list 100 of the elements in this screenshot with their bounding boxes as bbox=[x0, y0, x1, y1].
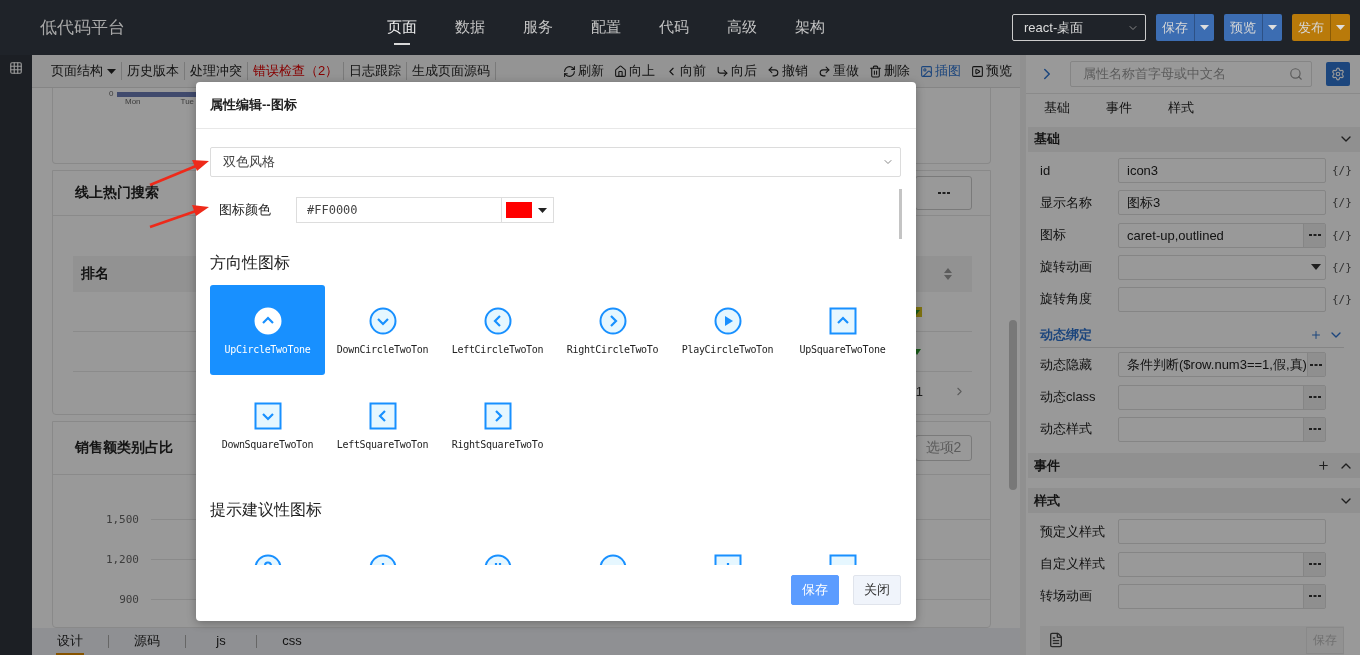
page-number[interactable]: 1 bbox=[915, 384, 923, 399]
trash-icon bbox=[869, 64, 882, 78]
toolbar-button[interactable]: 向后 bbox=[716, 62, 757, 80]
project-select[interactable]: react-桌面 bbox=[1012, 14, 1146, 41]
text-field[interactable] bbox=[1118, 551, 1326, 577]
toolbar-link[interactable]: 页面结构 bbox=[46, 62, 122, 80]
text-field[interactable] bbox=[1118, 583, 1326, 609]
toolbar-button[interactable]: 向前 bbox=[665, 62, 706, 80]
icon-option[interactable]: DownCircleTwoTon bbox=[325, 285, 440, 375]
field-label: 动态样式 bbox=[1040, 420, 1093, 439]
settings-button[interactable] bbox=[1326, 61, 1350, 86]
nav-tab[interactable]: 数据 bbox=[436, 10, 504, 45]
field-label: 预定义样式 bbox=[1040, 522, 1106, 541]
binding-button[interactable]: {/} bbox=[1332, 164, 1352, 178]
icon-option[interactable]: PlayCircleTwoTon bbox=[670, 285, 785, 375]
scrollbar[interactable] bbox=[899, 189, 902, 239]
plus-icon[interactable] bbox=[1317, 459, 1330, 473]
text-field[interactable] bbox=[1118, 384, 1326, 410]
editor-tab[interactable]: js bbox=[210, 630, 232, 653]
caret-down-icon bbox=[538, 207, 547, 213]
arrow-icon bbox=[716, 64, 729, 78]
text-field[interactable]: caret-up,outlined bbox=[1118, 222, 1326, 248]
binding-button[interactable]: {/} bbox=[1332, 228, 1352, 242]
icon-option[interactable]: RightSquareTwoTo bbox=[440, 380, 555, 470]
field-label: 旋转动画 bbox=[1040, 258, 1093, 277]
panel-tab[interactable]: 样式 bbox=[1168, 99, 1194, 118]
toolbar-button[interactable]: 预览 bbox=[971, 62, 1012, 80]
toolbar-link[interactable]: 日志跟踪 bbox=[344, 62, 408, 80]
toolbar-button[interactable]: 刷新 bbox=[563, 62, 604, 80]
nav-tab[interactable]: 代码 bbox=[640, 10, 708, 45]
icon-option[interactable]: LeftSquareTwoTon bbox=[325, 380, 440, 470]
subsection-title: 动态绑定 bbox=[1040, 326, 1092, 345]
field-label: 转场动画 bbox=[1040, 587, 1093, 606]
icon-option[interactable]: LeftCircleTwoTon bbox=[440, 285, 555, 375]
section-header[interactable]: 样式 bbox=[1028, 488, 1360, 514]
icon-option[interactable]: DownSquareTwoTon bbox=[210, 380, 325, 470]
close-button[interactable]: 关闭 bbox=[853, 575, 901, 605]
nav-tab[interactable]: 页面 bbox=[368, 10, 436, 45]
toolbar-button[interactable]: 撤销 bbox=[767, 62, 808, 80]
column-header: 排名 bbox=[81, 265, 109, 283]
toolbar-link[interactable]: 生成页面源码 bbox=[407, 62, 497, 80]
right-circle-icon bbox=[597, 306, 628, 336]
plus-icon[interactable] bbox=[1310, 329, 1322, 342]
panel-tab[interactable]: 事件 bbox=[1106, 99, 1132, 118]
nav-tab[interactable]: 服务 bbox=[504, 10, 572, 45]
more-button[interactable] bbox=[1303, 223, 1325, 247]
scrollbar[interactable] bbox=[1009, 320, 1017, 490]
axis-label: Mon bbox=[125, 98, 141, 106]
select-field[interactable] bbox=[1118, 254, 1326, 280]
more-button[interactable] bbox=[1303, 417, 1325, 441]
color-field[interactable]: #FF0000 bbox=[296, 197, 502, 223]
toolbar-link[interactable]: 错误检查（2） bbox=[248, 62, 345, 80]
text-field[interactable]: 条件判断($row.num3==1,假,真) bbox=[1118, 352, 1326, 378]
field-label: 自定义样式 bbox=[1040, 555, 1106, 574]
toolbar-link[interactable]: 处理冲突 bbox=[185, 62, 248, 80]
redo-icon bbox=[818, 64, 831, 78]
text-field[interactable]: icon3 bbox=[1118, 158, 1326, 184]
more-button[interactable] bbox=[1306, 353, 1325, 377]
text-field[interactable]: 图标3 bbox=[1118, 190, 1326, 216]
nav-tab[interactable]: 架构 bbox=[776, 10, 844, 45]
image-icon bbox=[920, 64, 933, 78]
binding-button[interactable]: {/} bbox=[1332, 196, 1352, 210]
editor-tab[interactable]: css bbox=[281, 630, 303, 653]
more-icon bbox=[1310, 362, 1323, 367]
binding-button[interactable]: {/} bbox=[1332, 293, 1352, 306]
more-button[interactable] bbox=[1303, 552, 1325, 576]
icon-option[interactable]: UpSquareTwoTone bbox=[785, 285, 900, 375]
caret-down-icon bbox=[1200, 25, 1209, 30]
panel-tab[interactable]: 基础 bbox=[1044, 99, 1070, 118]
file-icon[interactable] bbox=[1048, 632, 1064, 649]
down-square-icon bbox=[252, 401, 283, 431]
editor-tab[interactable]: 源码 bbox=[133, 628, 161, 655]
toolbar-link[interactable]: 历史版本 bbox=[122, 62, 185, 80]
icon-option[interactable]: RightCircleTwoTo bbox=[555, 285, 670, 375]
more-button[interactable] bbox=[1303, 385, 1325, 409]
toolbar-button[interactable]: 插图 bbox=[920, 62, 961, 80]
toolbar-button[interactable]: 向上 bbox=[614, 62, 655, 80]
down-circle-icon bbox=[367, 306, 398, 336]
toolbar-button[interactable]: 重做 bbox=[818, 62, 859, 80]
nav-tab[interactable]: 高级 bbox=[708, 10, 776, 45]
color-picker[interactable] bbox=[502, 197, 554, 223]
left-circle-icon bbox=[482, 306, 513, 336]
apps-icon[interactable] bbox=[9, 61, 23, 75]
style-select[interactable]: 双色风格 bbox=[210, 147, 901, 177]
action-button[interactable]: 预览 bbox=[1224, 14, 1282, 41]
editor-tab[interactable]: 设计 bbox=[56, 628, 84, 655]
binding-button[interactable]: {/} bbox=[1332, 260, 1352, 274]
icon-option[interactable]: UpCircleTwoTone bbox=[210, 285, 325, 375]
section-header[interactable]: 事件 bbox=[1028, 452, 1360, 479]
more-icon bbox=[1308, 562, 1321, 567]
up-circle-icon bbox=[252, 306, 283, 336]
section-header[interactable]: 基础 bbox=[1028, 126, 1360, 153]
app-logo: 低代码平台 bbox=[40, 17, 126, 39]
text-field[interactable] bbox=[1118, 416, 1326, 442]
more-button[interactable] bbox=[1303, 584, 1325, 608]
toolbar-button[interactable]: 删除 bbox=[869, 62, 910, 80]
more-icon bbox=[1308, 233, 1321, 238]
action-button[interactable]: 保存 bbox=[1156, 14, 1214, 41]
nav-tab[interactable]: 配置 bbox=[572, 10, 640, 45]
sort-icon[interactable] bbox=[944, 267, 952, 281]
